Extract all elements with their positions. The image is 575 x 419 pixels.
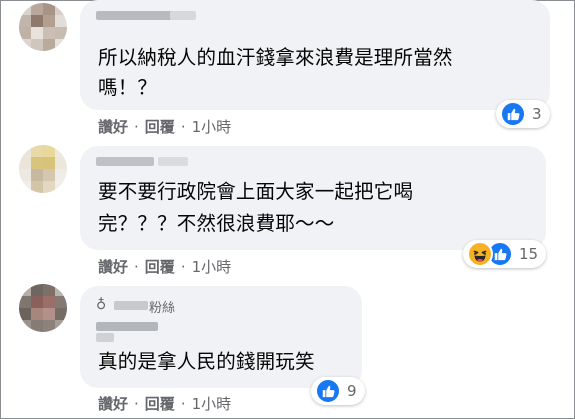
reaction-summary[interactable]: 15 xyxy=(463,240,547,268)
comment-actions: 讚好 · 回覆 · 1小時 xyxy=(98,256,231,277)
avatar[interactable] xyxy=(19,145,67,193)
like-button[interactable]: 讚好 xyxy=(98,118,128,136)
reaction-summary[interactable]: 3 xyxy=(496,100,550,128)
reply-button[interactable]: 回覆 xyxy=(145,258,175,276)
comment-text-line-1: 所以納稅人的血汗錢拿來浪費是理所當然 xyxy=(98,46,453,69)
like-icon xyxy=(500,101,526,127)
separator-dot: · xyxy=(134,258,139,276)
haha-icon xyxy=(467,241,493,267)
reaction-count: 9 xyxy=(347,382,357,400)
reaction-count: 3 xyxy=(532,105,542,123)
like-button[interactable]: 讚好 xyxy=(98,395,128,413)
author-name-blurred-tail xyxy=(170,11,196,20)
comment-text-line-1: 要不要行政院會上面大家一起把它喝 xyxy=(98,180,414,203)
separator-dot: · xyxy=(180,118,186,136)
badge-label-blurred xyxy=(114,301,148,310)
avatar[interactable] xyxy=(19,284,67,332)
reaction-count: 15 xyxy=(519,245,539,263)
author-name-blurred-tail xyxy=(158,157,188,166)
author-name-blurred-tail xyxy=(96,333,114,342)
separator-dot: · xyxy=(180,258,186,276)
timestamp[interactable]: 1小時 xyxy=(192,118,232,136)
timestamp[interactable]: 1小時 xyxy=(192,258,232,276)
reply-button[interactable]: 回覆 xyxy=(145,118,175,136)
timestamp[interactable]: 1小時 xyxy=(192,395,232,413)
avatar[interactable] xyxy=(19,3,67,51)
comment-text-line-2: 嗎！？ xyxy=(98,76,158,99)
reaction-summary[interactable]: 9 xyxy=(311,377,365,405)
author-name-blurred[interactable] xyxy=(96,157,154,166)
comment-actions: 讚好 · 回覆 · 1小時 xyxy=(98,393,231,414)
separator-dot: · xyxy=(134,395,139,413)
comment-actions: 讚好 · 回覆 · 1小時 xyxy=(98,116,231,137)
reply-button[interactable]: 回覆 xyxy=(145,395,175,413)
badge-label-partial: 粉絲 xyxy=(149,301,176,316)
separator-dot: · xyxy=(180,395,186,413)
author-name-blurred[interactable] xyxy=(96,11,176,20)
comment-text-line-2: 完？？？不然很浪費耶～～ xyxy=(98,212,335,235)
top-fan-badge-icon: ♁ xyxy=(96,297,107,313)
author-name-blurred[interactable] xyxy=(96,322,158,331)
like-icon xyxy=(315,378,341,404)
separator-dot: · xyxy=(134,118,139,136)
comment-text-line-1: 真的是拿人民的錢開玩笑 xyxy=(98,350,315,373)
like-button[interactable]: 讚好 xyxy=(98,258,128,276)
